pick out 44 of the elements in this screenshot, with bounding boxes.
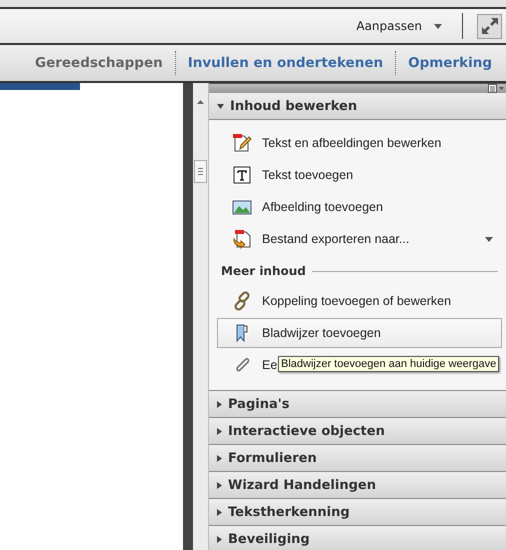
tool-item[interactable]: Tekst toevoegen — [217, 160, 502, 190]
section-header[interactable]: Pagina's — [209, 391, 506, 418]
section-header[interactable]: Inhoud bewerken — [209, 93, 506, 120]
collapsed-triangle-icon — [217, 482, 222, 488]
tool-item[interactable]: Bestand exporteren naar... — [217, 224, 502, 254]
fullscreen-button[interactable] — [477, 14, 502, 38]
scroll-up-icon[interactable] — [197, 100, 204, 104]
document-pencil-icon — [232, 133, 252, 153]
tool-item[interactable]: Tekst en afbeeldingen bewerken — [217, 128, 502, 158]
collapsed-triangle-icon — [217, 400, 222, 408]
tool-label: Tekst toevoegen — [262, 168, 354, 182]
collapsed-triangle-icon — [217, 508, 222, 516]
chain-link-icon — [232, 291, 252, 311]
text-box-icon — [232, 165, 252, 185]
tool-label: Afbeelding toevoegen — [262, 200, 383, 214]
collapsed-triangle-icon — [217, 428, 222, 434]
expanded-triangle-icon — [217, 104, 224, 108]
pane-tab[interactable]: Invullen en ondertekenen — [182, 51, 390, 75]
caret-icon — [434, 24, 442, 28]
pane-tab[interactable]: Opmerking — [402, 51, 498, 75]
tool-item[interactable]: Koppeling toevoegen of bewerken — [217, 286, 502, 316]
list-options-icon[interactable] — [488, 84, 504, 93]
tooltip: Bladwijzer toevoegen aan huidige weergave — [278, 356, 500, 372]
tool-item[interactable]: Bladwijzer toevoegen — [217, 318, 502, 348]
tool-item[interactable]: Afbeelding toevoegen — [217, 192, 502, 222]
section-header[interactable]: Formulieren — [209, 445, 506, 472]
scrollbar[interactable] — [193, 83, 209, 550]
tool-label: Ee — [262, 358, 278, 372]
group-heading: Meer inhoud — [221, 264, 306, 278]
section-header[interactable]: Tekstherkenning — [209, 499, 506, 526]
tool-item[interactable]: Ee Bladwijzer toevoegen aan huidige weergave — [217, 350, 502, 380]
section-header[interactable]: Interactieve objecten — [209, 418, 506, 445]
dropdown-caret-icon[interactable] — [485, 236, 493, 242]
tool-label: Tekst en afbeeldingen bewerken — [262, 136, 442, 150]
customize-menu[interactable]: Aanpassen — [350, 15, 448, 37]
collapsed-triangle-icon — [217, 454, 222, 462]
export-document-icon — [232, 229, 252, 249]
tool-label: Bladwijzer toevoegen — [262, 326, 381, 340]
pane-tab[interactable]: Gereedschappen — [29, 51, 169, 75]
tool-label: Bestand exporteren naar... — [262, 232, 410, 246]
tool-label: Koppeling toevoegen of bewerken — [262, 294, 452, 308]
section-header[interactable]: Beveiliging — [209, 526, 506, 550]
section-header[interactable]: Wizard Handelingen — [209, 472, 506, 499]
collapsed-triangle-icon — [217, 536, 222, 542]
